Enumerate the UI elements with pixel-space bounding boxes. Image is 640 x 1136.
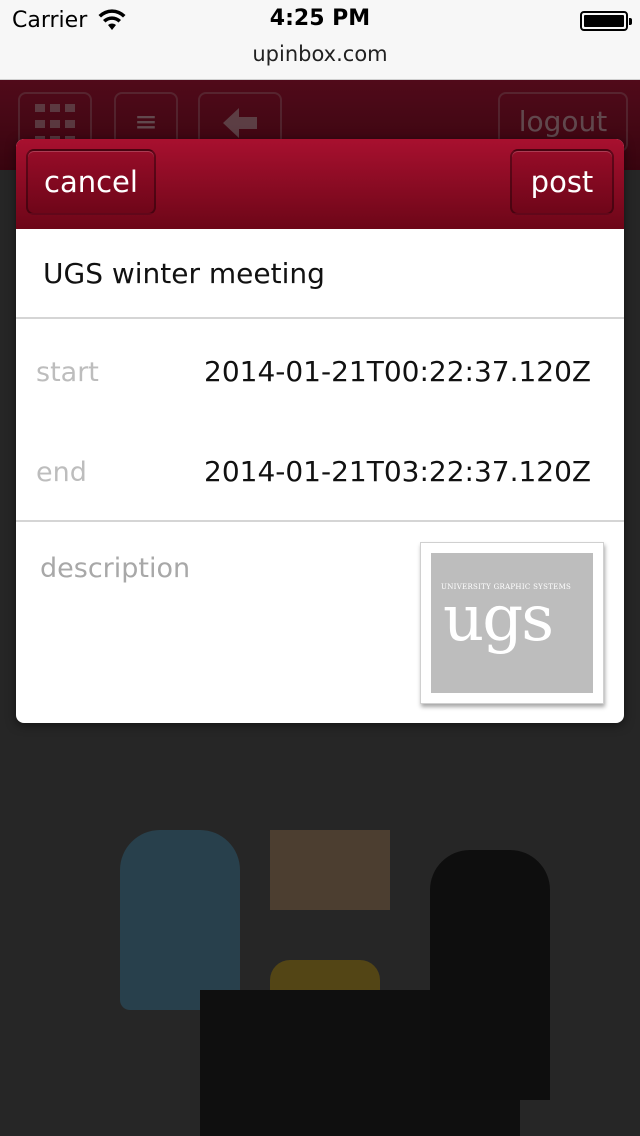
cancel-button[interactable]: cancel (26, 149, 156, 215)
ugs-logo-image: UNIVERSITY GRAPHIC SYSTEMS ugs (431, 553, 593, 693)
address-bar-url[interactable]: upinbox.com (0, 42, 640, 66)
divider (16, 520, 624, 522)
post-button[interactable]: post (510, 149, 614, 215)
dialog-header: cancel post (16, 139, 624, 229)
post-event-dialog: cancel post UGS winter meeting start 201… (16, 139, 624, 723)
end-label: end (36, 457, 87, 488)
start-datetime-field[interactable]: 2014-01-21T00:22:37.120Z (204, 355, 591, 388)
event-title-field[interactable]: UGS winter meeting (16, 229, 624, 319)
event-image-thumbnail[interactable]: UNIVERSITY GRAPHIC SYSTEMS ugs (420, 542, 604, 704)
battery-icon (580, 11, 632, 31)
browser-status-bar: Carrier 4:25 PM upinbox.com (0, 0, 640, 80)
start-label: start (36, 357, 99, 388)
logo-text: ugs (443, 582, 554, 656)
event-title-text: UGS winter meeting (43, 257, 325, 290)
description-field[interactable]: description (40, 553, 190, 584)
clock: 4:25 PM (269, 6, 371, 31)
end-datetime-field[interactable]: 2014-01-21T03:22:37.120Z (204, 455, 591, 488)
